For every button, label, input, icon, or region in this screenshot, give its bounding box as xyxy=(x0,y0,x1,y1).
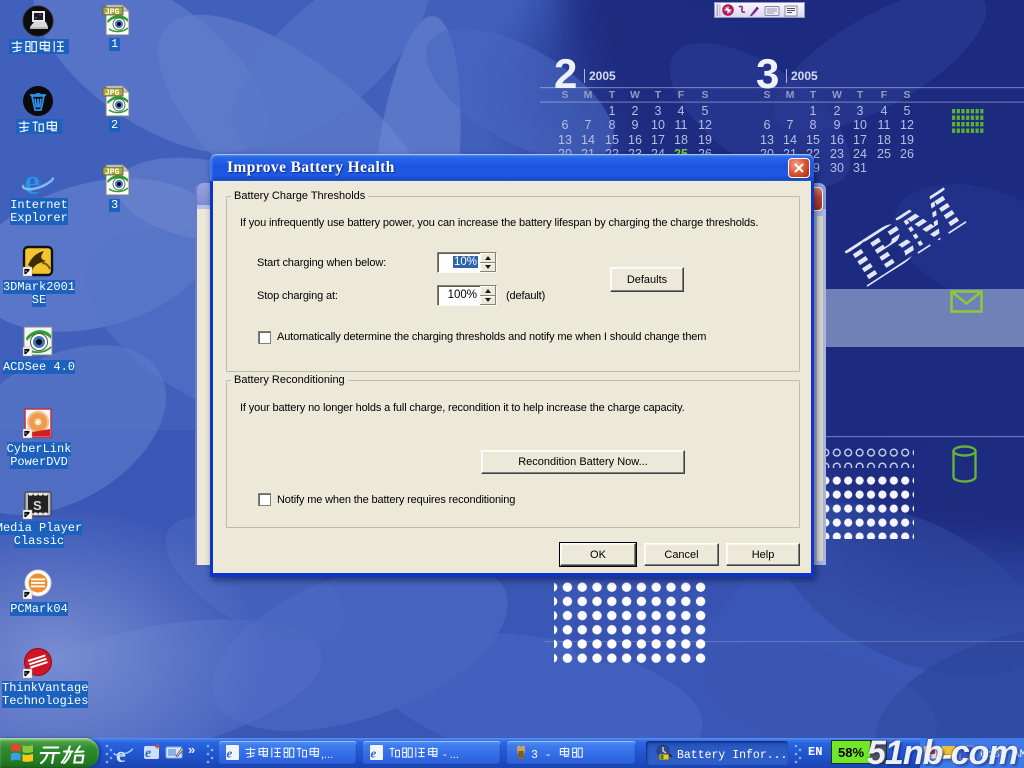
svg-text:»: » xyxy=(188,742,195,757)
svg-text:Battery Infor...: Battery Infor... xyxy=(677,749,787,762)
svg-text:S: S xyxy=(33,498,42,513)
svg-text:e: e xyxy=(24,164,40,196)
svg-text:e: e xyxy=(227,746,233,761)
svg-text:e: e xyxy=(371,746,377,761)
svg-text:3 -: 3 - xyxy=(531,749,552,762)
svg-text:e: e xyxy=(145,746,151,761)
svg-text:- ...: - ... xyxy=(443,749,459,761)
svg-text:,...: ,... xyxy=(321,749,333,761)
